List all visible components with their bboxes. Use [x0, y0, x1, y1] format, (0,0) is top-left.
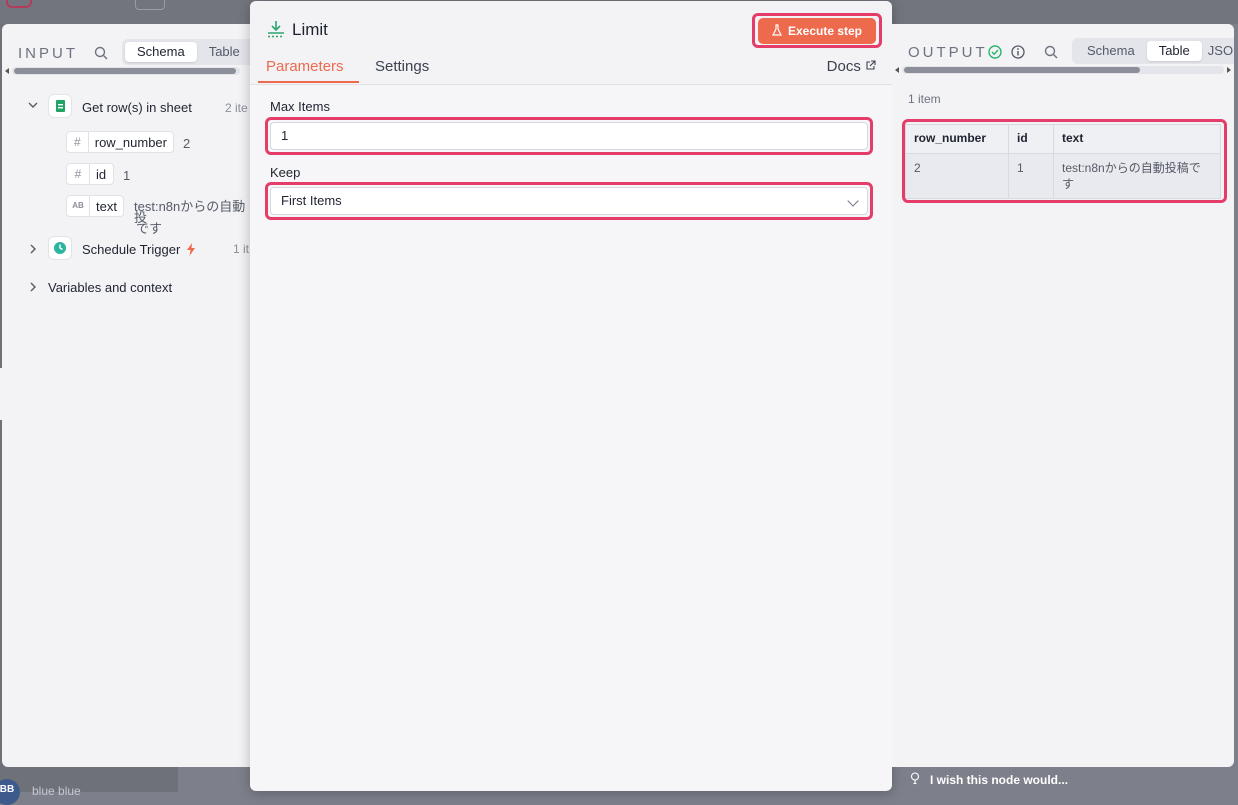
input-scroll-thumb[interactable] — [14, 68, 236, 74]
docs-label: Docs — [826, 58, 861, 75]
limit-node-icon — [266, 20, 286, 43]
clock-icon — [49, 237, 71, 259]
field-name: text — [96, 198, 117, 214]
tab-settings[interactable]: Settings — [375, 58, 429, 75]
cell-line: す — [1062, 177, 1075, 191]
string-type-icon: AB — [67, 196, 90, 216]
scroll-right-icon[interactable] — [1227, 67, 1231, 73]
variables-and-context[interactable]: Variables and context — [48, 280, 172, 295]
user-name: blue blue — [32, 784, 81, 798]
column-header[interactable]: text — [1053, 124, 1221, 154]
chevron-down-icon[interactable] — [28, 99, 38, 113]
external-link-icon — [865, 58, 876, 75]
avatar[interactable]: BB — [0, 779, 20, 805]
output-table: row_number id text 2 1 test:n8nからの自動投稿で … — [905, 124, 1221, 199]
max-items-input[interactable]: 1 — [270, 122, 868, 150]
input-view-table[interactable]: Table — [197, 42, 250, 62]
node-get-rows-count: 2 ite — [225, 101, 248, 115]
execute-step-button[interactable]: Execute step — [758, 18, 876, 44]
column-header[interactable]: id — [1008, 124, 1054, 154]
field-value-line: です — [136, 221, 163, 236]
output-view-json[interactable]: JSO — [1202, 41, 1234, 61]
cell-line: test:n8nからの自動投稿で — [1062, 161, 1201, 175]
number-type-icon: # — [67, 164, 90, 184]
chevron-down-icon — [847, 195, 859, 207]
field-text[interactable]: AB text — [66, 195, 124, 217]
output-panel: OUTPUT Schema Table JSO 1 item row_numbe… — [892, 24, 1234, 767]
canvas-button[interactable] — [135, 0, 165, 10]
chevron-right-icon[interactable] — [28, 281, 38, 295]
lightning-icon — [186, 243, 196, 261]
table-row: 2 1 test:n8nからの自動投稿で す — [905, 153, 1221, 199]
table-cell[interactable]: 1 — [1008, 153, 1054, 199]
node-get-rows-label[interactable]: Get row(s) in sheet — [82, 100, 192, 115]
tab-parameters[interactable]: Parameters — [266, 58, 344, 75]
google-sheets-icon — [49, 95, 71, 117]
scroll-left-icon[interactable] — [895, 67, 899, 73]
max-items-label: Max Items — [270, 99, 330, 114]
execute-step-label: Execute step — [787, 24, 863, 38]
keep-label: Keep — [270, 165, 301, 180]
lightbulb-icon — [910, 772, 920, 790]
field-value: 1 — [123, 168, 131, 183]
info-icon[interactable] — [1011, 45, 1025, 64]
docs-link[interactable]: Docs — [827, 58, 876, 75]
node-schedule-trigger-label[interactable]: Schedule Trigger — [82, 242, 180, 257]
node-settings-modal: Limit Execute step Parameters Settings D… — [250, 1, 892, 791]
field-id[interactable]: # id — [66, 163, 114, 185]
input-title: INPUT — [18, 45, 78, 62]
scroll-left-icon[interactable] — [5, 68, 9, 74]
input-scrollbar[interactable] — [12, 67, 240, 75]
workflow-logo-icon — [6, 0, 32, 8]
field-value: test:n8nからの自動投 です — [134, 199, 250, 236]
input-view-switch: Schema Table — [122, 39, 250, 65]
active-tab-indicator — [258, 81, 359, 83]
field-row-number[interactable]: # row_number — [66, 131, 174, 153]
field-value-line: test:n8nからの自動投 — [134, 199, 246, 225]
flask-icon — [771, 23, 782, 39]
output-item-count: 1 item — [908, 92, 941, 106]
search-icon[interactable] — [1044, 45, 1058, 64]
node-schedule-trigger-count: 1 it — [233, 242, 250, 256]
feedback-link[interactable]: I wish this node would... — [930, 773, 1068, 787]
field-value: 2 — [183, 136, 191, 151]
table-cell[interactable]: 2 — [905, 153, 1009, 199]
keep-select[interactable]: First Items — [270, 187, 868, 215]
table-cell[interactable]: test:n8nからの自動投稿で す — [1053, 153, 1221, 199]
output-view-table[interactable]: Table — [1146, 41, 1202, 61]
column-header[interactable]: row_number — [905, 124, 1009, 154]
node-title[interactable]: Limit — [292, 20, 328, 40]
output-scrollbar[interactable] — [902, 66, 1224, 74]
output-title: OUTPUT — [908, 44, 988, 61]
number-type-icon: # — [67, 132, 89, 152]
success-check-icon — [988, 45, 1002, 64]
output-scroll-thumb[interactable] — [904, 67, 1140, 73]
input-view-schema[interactable]: Schema — [125, 42, 197, 62]
field-name: id — [96, 166, 107, 182]
table-header-row: row_number id text — [905, 124, 1221, 154]
chevron-right-icon[interactable] — [28, 243, 38, 257]
field-name: row_number — [94, 134, 167, 150]
output-view-schema[interactable]: Schema — [1075, 41, 1147, 61]
search-icon[interactable] — [94, 46, 108, 65]
keep-select-value: First Items — [281, 193, 342, 208]
input-panel: INPUT Schema Table Get row(s) in sheet 2… — [2, 24, 250, 767]
output-view-switch: Schema Table JSO — [1072, 38, 1234, 64]
